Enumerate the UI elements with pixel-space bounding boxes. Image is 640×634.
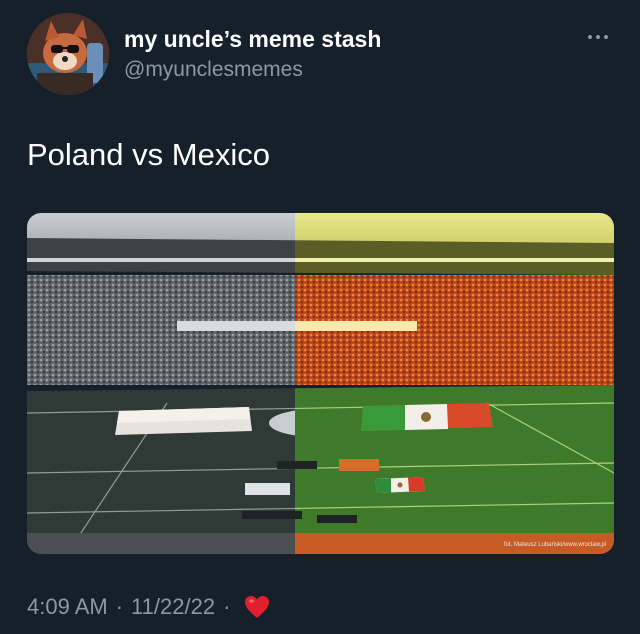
tweet-date: 11/22/22 <box>131 594 216 619</box>
tweet-time: 4:09 AM <box>27 594 108 619</box>
more-options-icon[interactable] <box>588 30 612 44</box>
display-name[interactable]: my uncle’s meme stash <box>124 26 381 53</box>
tweet-text: Poland vs Mexico <box>27 137 270 172</box>
photo-credit: fot. Mateusz Lubański/www.wroclaw.pl <box>503 542 606 548</box>
separator-dot: · <box>115 594 124 619</box>
red-heart-icon <box>245 596 270 618</box>
avatar[interactable] <box>27 13 109 95</box>
raccoon-avatar-icon <box>27 13 109 95</box>
user-handle[interactable]: @myunclesmemes <box>124 58 303 82</box>
stadium-photo <box>27 213 614 554</box>
tweet-image[interactable]: fot. Mateusz Lubański/www.wroclaw.pl <box>27 213 614 554</box>
tweet-timestamp[interactable]: 4:09 AM · 11/22/22 · <box>27 594 270 620</box>
separator-dot: · <box>223 594 231 619</box>
